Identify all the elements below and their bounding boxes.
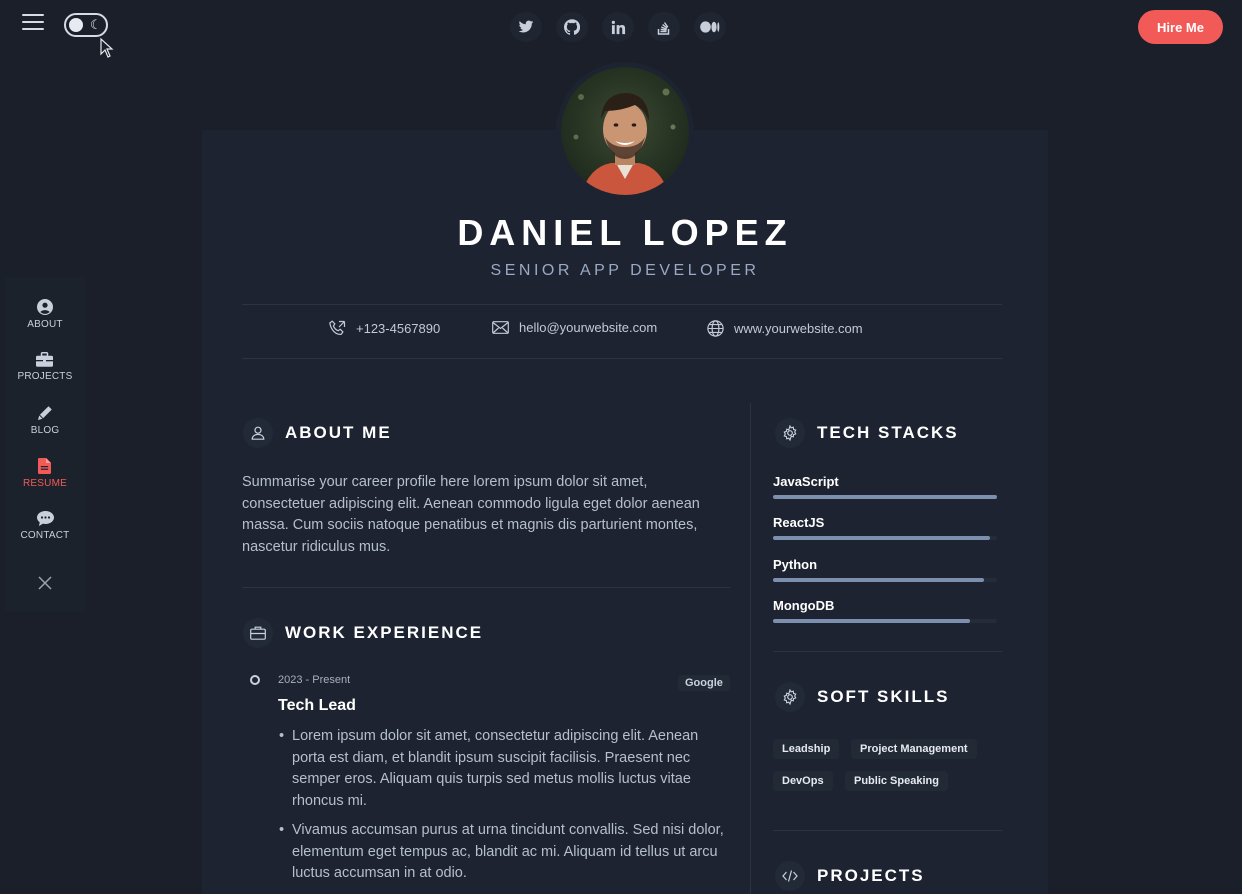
nav-label-contact: CONTACT <box>20 530 70 541</box>
skill-bar-fill <box>773 578 984 582</box>
phone-number: +123-4567890 <box>356 321 441 336</box>
skill-name: Python <box>773 557 818 572</box>
skill-item: Python <box>773 557 997 582</box>
contact-email[interactable]: hello@yourwebsite.com <box>492 320 657 335</box>
divider <box>242 587 730 588</box>
chat-icon <box>36 511 54 526</box>
nav-item-about[interactable]: ABOUT <box>27 299 63 352</box>
github-icon[interactable] <box>556 12 588 42</box>
job-company-badge: Google <box>678 675 730 691</box>
skill-tag: Leadship <box>773 739 840 759</box>
divider <box>242 358 1002 359</box>
work-title: WORK EXPERIENCE <box>285 623 484 642</box>
skill-item: JavaScript <box>773 474 997 499</box>
medium-icon[interactable] <box>694 12 726 42</box>
gear-icon <box>775 682 805 712</box>
skill-bar-fill <box>773 495 997 499</box>
profile-name: DANIEL LOPEZ <box>457 212 793 253</box>
soft-heading: SOFT SKILLS <box>775 682 950 712</box>
skill-bar <box>773 578 997 582</box>
nav-item-projects[interactable]: PROJECTS <box>18 352 73 405</box>
social-links <box>510 12 726 42</box>
file-icon <box>38 458 52 474</box>
code-icon <box>775 861 805 891</box>
about-title: ABOUT ME <box>285 423 392 442</box>
divider <box>773 830 1002 831</box>
stackoverflow-icon[interactable] <box>648 12 680 42</box>
pen-icon <box>38 406 52 420</box>
profile-role: SENIOR APP DEVELOPER <box>490 262 760 279</box>
skill-bar-fill <box>773 619 971 623</box>
skill-bar <box>773 536 997 540</box>
briefcase-icon <box>243 618 273 648</box>
skill-tag: DevOps <box>773 771 833 791</box>
projects-heading: PROJECTS <box>775 861 925 891</box>
nav-label-about: ABOUT <box>27 319 63 330</box>
nav-label-resume: RESUME <box>23 478 67 489</box>
website-url: www.yourwebsite.com <box>734 321 863 336</box>
work-heading: WORK EXPERIENCE <box>243 618 483 648</box>
menu-icon[interactable] <box>22 14 44 34</box>
skill-item: ReactJS <box>773 515 997 540</box>
about-heading: ABOUT ME <box>243 418 392 448</box>
nav-label-projects: PROJECTS <box>17 371 73 382</box>
skill-bar-fill <box>773 536 991 540</box>
side-navigation: ABOUT PROJECTS BLOG RESUME CONTACT <box>5 277 85 612</box>
nav-label-blog: BLOG <box>30 425 60 436</box>
close-icon[interactable] <box>38 576 52 595</box>
job-date: 2023 - Present <box>278 674 351 686</box>
globe-icon <box>707 320 724 337</box>
nav-item-contact[interactable]: CONTACT <box>21 511 70 564</box>
soft-title: SOFT SKILLS <box>817 687 950 706</box>
avatar <box>556 62 694 200</box>
divider <box>773 651 1002 652</box>
nav-item-resume[interactable]: RESUME <box>23 458 67 511</box>
user-circle-icon <box>36 299 53 315</box>
skill-tag: Public Speaking <box>845 771 948 791</box>
column-divider <box>750 403 751 894</box>
briefcase-icon <box>36 352 54 367</box>
skill-tag: Project Management <box>851 739 977 759</box>
profile-photo <box>561 67 689 195</box>
twitter-icon[interactable] <box>510 12 542 42</box>
job-bullets: Lorem ipsum dolor sit amet, consectetur … <box>278 726 730 893</box>
tech-heading: TECH STACKS <box>775 418 959 448</box>
linkedin-icon[interactable] <box>602 12 634 42</box>
skill-name: JavaScript <box>773 474 839 489</box>
envelope-icon <box>492 321 509 334</box>
skill-name: ReactJS <box>773 515 825 530</box>
contact-phone[interactable]: +123-4567890 <box>329 320 440 337</box>
about-text: Summarise your career profile here lorem… <box>242 474 700 555</box>
gear-icon <box>775 418 805 448</box>
user-icon <box>243 418 273 448</box>
list-item: Vivamus accumsan purus at urna tincidunt… <box>278 820 730 885</box>
phone-icon <box>329 320 346 335</box>
skill-name: MongoDB <box>773 598 835 613</box>
email-address: hello@yourwebsite.com <box>519 320 658 335</box>
skill-bar <box>773 619 997 623</box>
timeline-dot <box>250 675 260 685</box>
tech-title: TECH STACKS <box>817 423 959 442</box>
divider <box>242 304 1002 305</box>
nav-item-blog[interactable]: BLOG <box>31 405 60 458</box>
list-item: Lorem ipsum dolor sit amet, consectetur … <box>278 726 730 812</box>
toggle-knob <box>69 18 83 32</box>
hire-me-button[interactable]: Hire Me <box>1138 10 1223 44</box>
theme-toggle[interactable]: ☾ <box>64 13 108 37</box>
contact-website[interactable]: www.yourwebsite.com <box>707 320 863 337</box>
mouse-cursor-icon <box>100 38 114 58</box>
skill-item: MongoDB <box>773 598 997 623</box>
projects-title: PROJECTS <box>817 866 925 885</box>
moon-icon: ☾ <box>90 17 102 32</box>
skill-bar <box>773 495 997 499</box>
job-title: Tech Lead <box>278 697 356 714</box>
